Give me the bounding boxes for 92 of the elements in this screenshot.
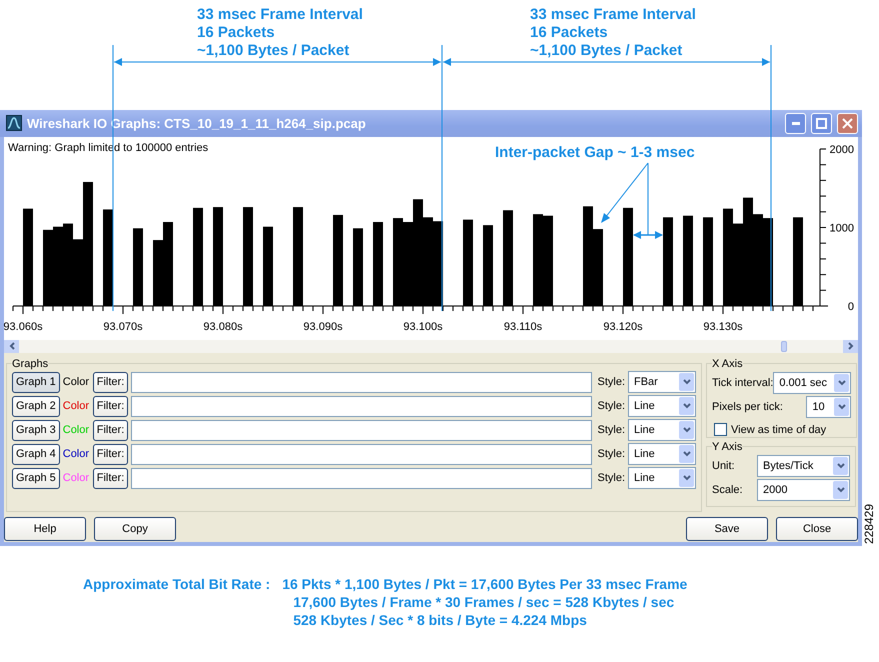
filter-field[interactable] [131,444,592,465]
dialog-button[interactable]: Save [686,516,768,541]
scroll-right-button[interactable] [843,340,858,353]
pointer-arrow [601,162,648,223]
tick-label: 93.090s [303,320,343,333]
dropdown[interactable]: Line [628,395,696,418]
tick-label: 93.110s [504,320,542,333]
annotation-text: 33 msec Frame Interval [197,6,363,23]
dropdown[interactable]: Line [628,419,696,442]
style-label: Style: [597,424,625,436]
filter-field[interactable] [131,468,592,489]
dialog-button[interactable]: Close [776,516,858,541]
filter-field[interactable] [131,396,592,417]
app-icon [6,115,22,132]
chevron-icon [838,380,846,386]
annotation-text: 33 msec Frame Interval [530,6,696,23]
filter-button[interactable]: Filter: [92,396,128,417]
filter-field[interactable] [131,420,592,441]
annotation-text: 16 Packets [530,24,609,41]
graph-button[interactable]: Graph 3 [12,420,60,441]
maximize-button[interactable] [811,112,832,134]
scroll-thumb[interactable] [781,340,787,352]
filter-button[interactable]: Filter: [92,420,128,441]
graph-button[interactable]: Graph 2 [12,396,60,417]
dropdown[interactable]: Bytes/Tick [757,454,850,477]
filter-button[interactable]: Filter: [92,468,128,489]
chevron-icon [682,403,690,410]
bit-rate-label: Approximate Total Bit Rate : [83,576,270,594]
maximize-icon [816,118,827,129]
annotation-text: ~1,100 Bytes / Packet [530,42,684,59]
group-title: Y Axis [712,440,742,453]
filter-field[interactable] [131,372,592,393]
close-icon [842,118,853,129]
tick-label: 93.070s [103,320,143,333]
annotation-text: 16 Packets [197,24,276,41]
checkbox[interactable] [714,423,727,436]
style-label: Style: [597,376,625,388]
gap-arrow [633,231,663,239]
pixels-label: Pixels per tick: [712,400,783,413]
annotation-text: ~1,100 Bytes / Packet [197,42,350,59]
unit-label: Unit: [712,460,735,472]
figure-number: 228429 [862,504,877,544]
graph-button[interactable]: Graph 1 [12,372,60,393]
dialog-button[interactable]: Help [4,516,86,541]
scale-label: Scale: [712,484,743,496]
chevron-icon [682,475,690,482]
graph-button[interactable]: Graph 5 [12,468,60,489]
tick-label: 93.130s [703,320,743,333]
tick-interval-label: Tick interval: [712,376,774,389]
tick-label: 0 [848,300,854,313]
close-button[interactable] [837,112,858,134]
color-label[interactable]: Color [62,400,90,412]
tick-label: 2000 [830,144,854,156]
chevron-icon [682,451,690,458]
formula-line: 17,600 Bytes / Frame * 30 Frames / sec = 528 Kbytes / sec [293,594,676,610]
formula-line: 528 Kbytes / Sec * 8 bits / Byte = 4.224 Mbps [293,612,588,628]
dropdown[interactable]: 10 [806,396,852,418]
filter-button[interactable]: Filter: [92,444,128,465]
color-label[interactable]: Color [62,376,90,388]
tick-label: 93.100s [403,320,443,333]
filter-button[interactable]: Filter: [92,372,128,393]
minimize-icon [792,122,800,125]
tick-label: 1000 [830,222,854,234]
chevron-icon [682,379,690,386]
style-label: Style: [597,448,625,460]
chevron-icon [836,486,844,493]
dropdown[interactable]: 2000 [757,478,850,501]
checkbox-label[interactable]: View as time of day [731,424,826,436]
color-label[interactable]: Color [62,448,90,460]
tick-label: 93.080s [203,320,243,333]
chevron-icon [838,404,846,410]
dialog-button[interactable]: Copy [94,516,176,541]
group-title: X Axis [712,358,743,370]
dropdown[interactable]: 0.001 sec [773,372,852,394]
dropdown[interactable]: Line [628,467,696,490]
dropdown[interactable]: Line [628,443,696,466]
chevron-left-icon [8,342,14,350]
graph-button[interactable]: Graph 4 [12,444,60,465]
formula-line: 16 Pkts * 1,100 Bytes / Pkt = 17,600 Bytes Per 33 msec Frame [282,576,688,592]
minimize-button[interactable] [785,112,806,134]
bar [153,240,163,306]
group-title: Graphs [12,358,48,370]
scroll-left-button[interactable] [4,340,19,353]
style-label: Style: [597,400,625,412]
chevron-icon [682,427,690,434]
chevron-icon [836,462,844,469]
annotation-text: Inter-packet Gap ~ 1-3 msec [495,144,695,161]
tick-label: 93.120s [603,320,643,333]
tick-label: 93.060s [4,320,43,333]
style-label: Style: [597,472,625,484]
chevron-right-icon [848,342,854,350]
dropdown[interactable]: FBar [628,371,696,394]
